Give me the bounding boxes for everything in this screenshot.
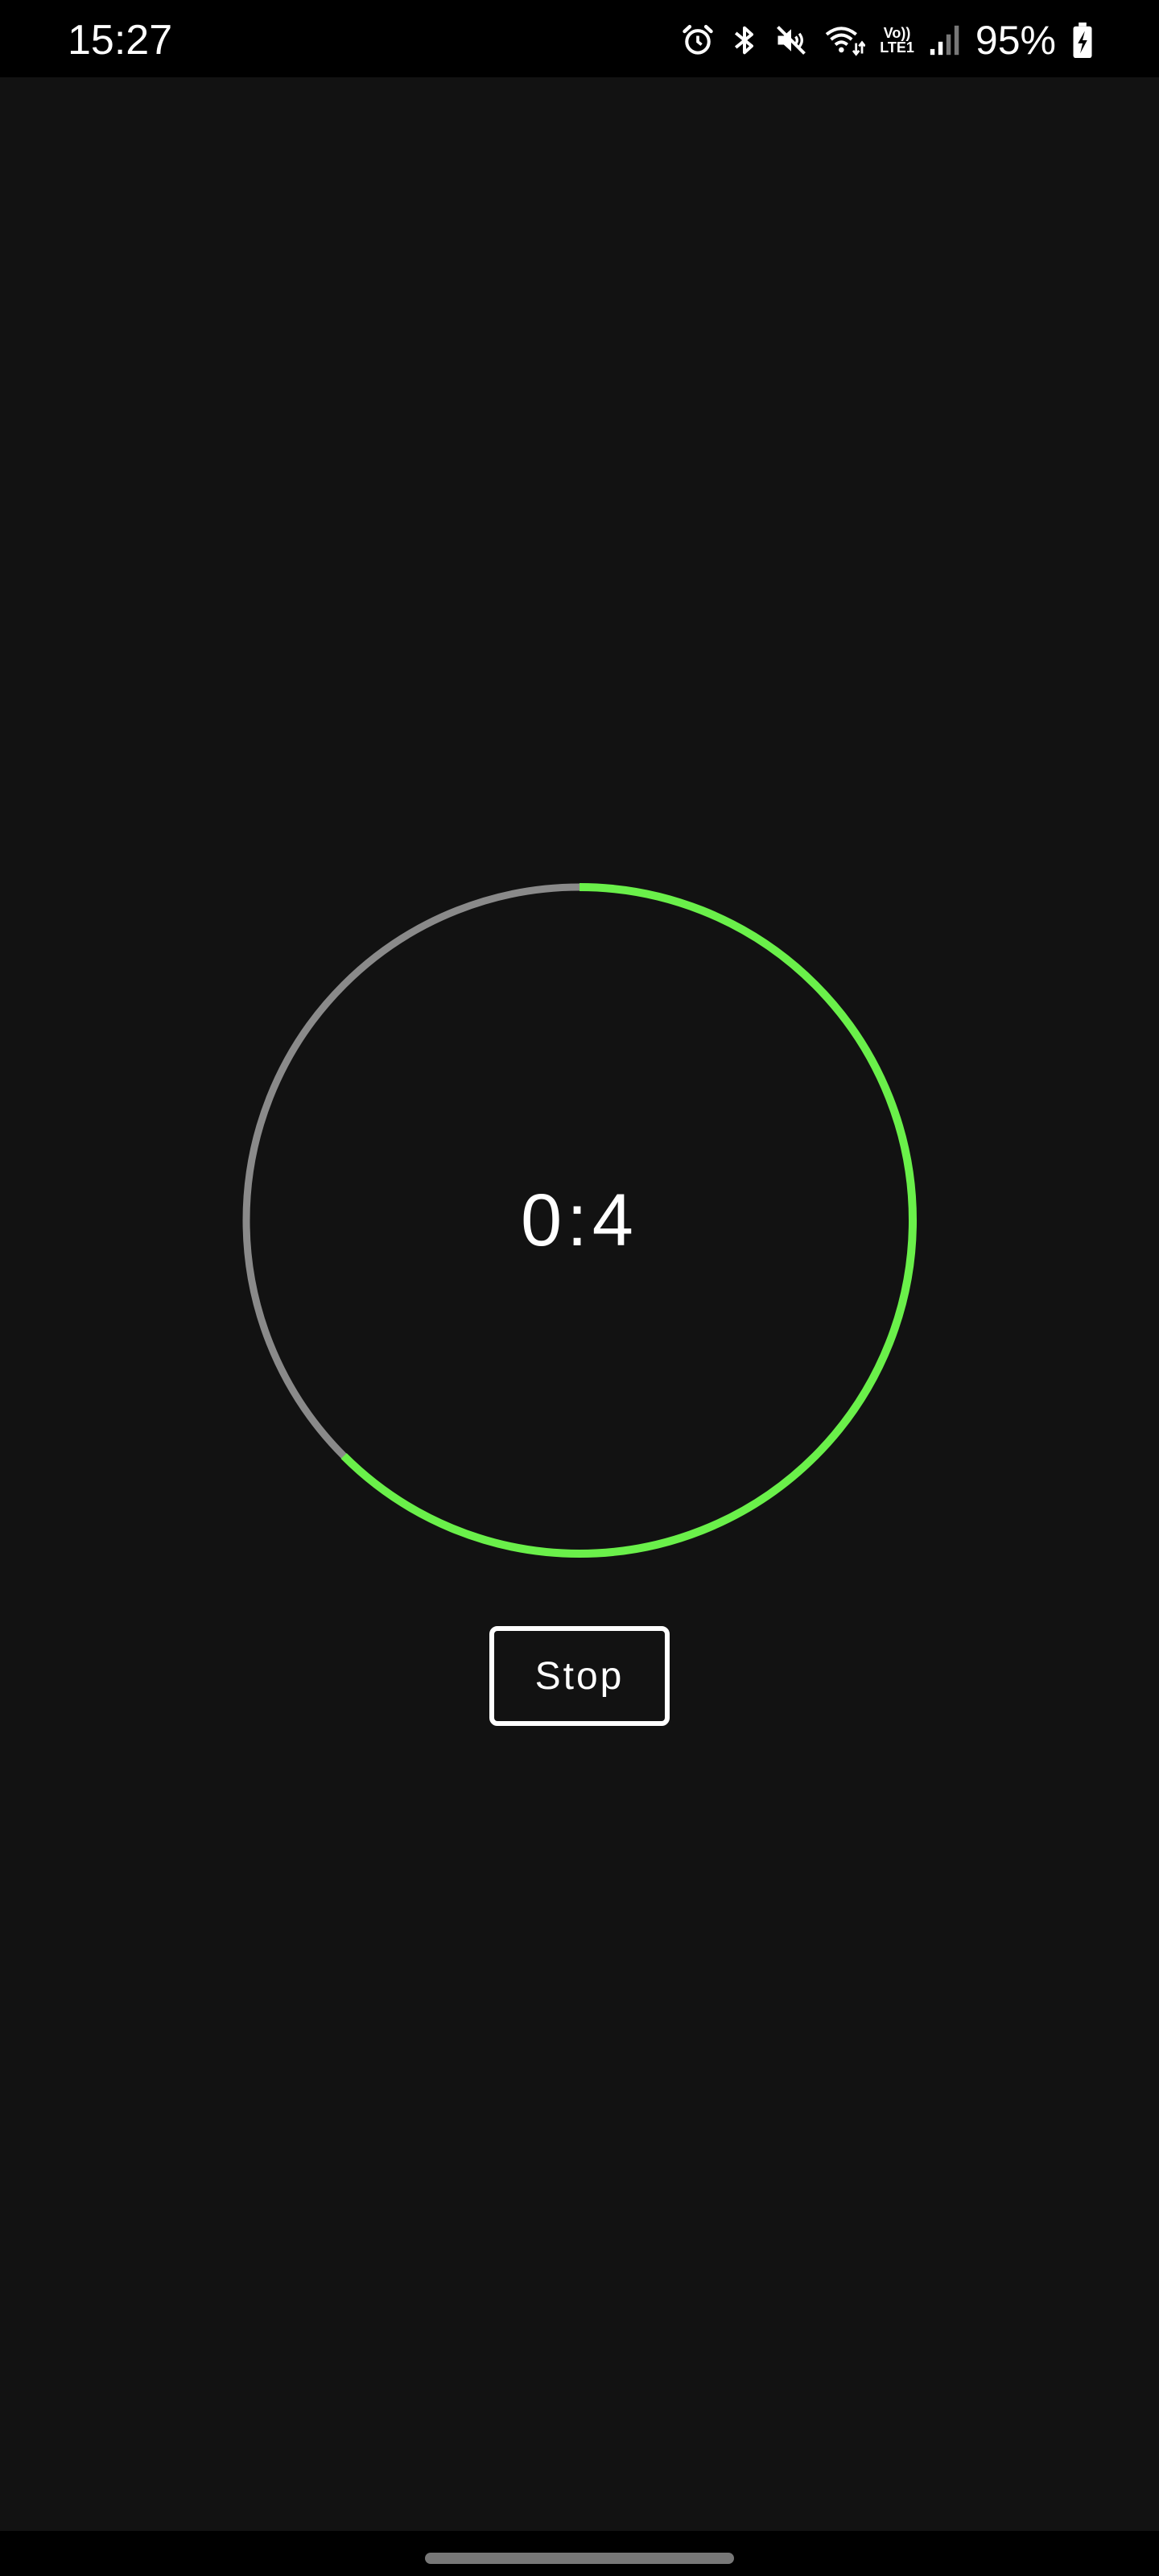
home-gesture-handle[interactable] (425, 2553, 734, 2564)
stop-button[interactable]: Stop (489, 1626, 670, 1726)
mute-icon (773, 23, 809, 58)
volte-bottom-label: LTE1 (880, 39, 914, 56)
status-bar: 15:27 Vo)) LTE1 95% (0, 0, 1159, 77)
volte-top-label: Vo)) (883, 25, 911, 41)
bluetooth-icon (730, 23, 759, 58)
timer-ring (242, 883, 917, 1558)
alarm-icon (680, 23, 716, 58)
status-icons: Vo)) LTE1 95% (680, 18, 1095, 63)
battery-percent: 95% (975, 18, 1056, 63)
battery-charging-icon (1070, 22, 1095, 59)
navigation-bar (0, 2531, 1159, 2576)
status-time: 15:27 (68, 17, 173, 64)
volte-icon: Vo)) LTE1 (880, 26, 914, 55)
wifi-icon (823, 23, 866, 58)
signal-icon (929, 23, 961, 58)
